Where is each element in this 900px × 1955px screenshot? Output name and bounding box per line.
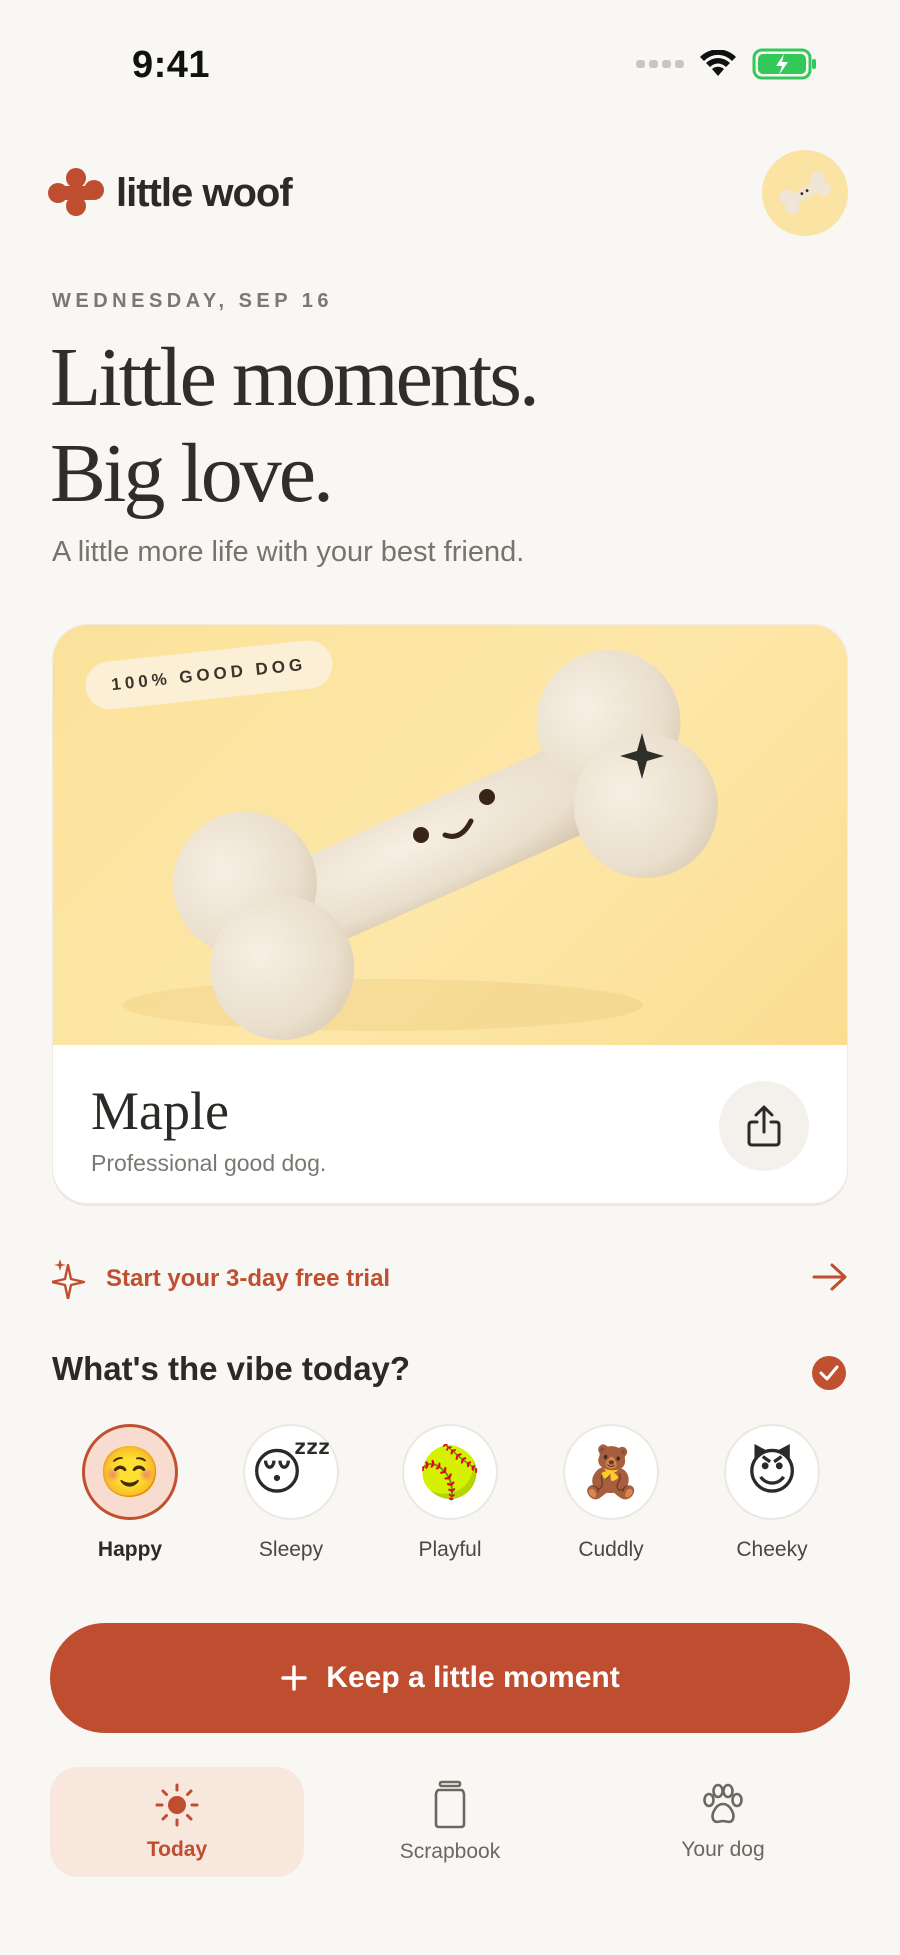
- mood-label: Sleepy: [258, 1538, 324, 1561]
- free-trial-link[interactable]: Start your 3-day free trial: [52, 1256, 848, 1302]
- paw-icon: [703, 1783, 743, 1824]
- mood-label: Playful: [418, 1538, 482, 1561]
- status-bar: 9:41: [0, 0, 900, 120]
- sparkle-icon: [52, 1259, 86, 1299]
- brand-name: little woof: [116, 170, 293, 215]
- bottom-tab-bar: Today Scrapbook Your dog: [50, 1767, 850, 1877]
- mood-option-cheeky[interactable]: 😈 Cheeky: [717, 1424, 827, 1562]
- mood-option-playful[interactable]: 🥎 Playful: [395, 1424, 505, 1562]
- teddy-bear-emoji-icon: 🧸: [563, 1424, 659, 1520]
- share-icon: [747, 1105, 781, 1147]
- current-date: WEDNESDAY, SEP 16: [52, 290, 334, 312]
- tab-today[interactable]: Today: [50, 1767, 304, 1877]
- mood-selector: ☺️ Happy 😴 Sleepy 🥎 Playful 🧸 Cuddly 😈 C…: [52, 1424, 848, 1574]
- headline-line-1: Little moments.: [50, 331, 540, 424]
- tab-your-dog[interactable]: Your dog: [596, 1767, 850, 1877]
- share-button[interactable]: [719, 1081, 809, 1171]
- vibe-checkmark-icon: [812, 1356, 846, 1390]
- mood-label: Cuddly: [578, 1538, 644, 1561]
- brand-logo[interactable]: little woof: [48, 168, 293, 218]
- page-subtitle: A little more life with your best friend…: [52, 536, 525, 568]
- free-trial-label: Start your 3-day free trial: [106, 1265, 391, 1292]
- cellular-signal-icon: [636, 60, 684, 68]
- bone-avatar-icon: [779, 171, 831, 215]
- mood-label: Cheeky: [736, 1538, 808, 1561]
- mood-option-sleepy[interactable]: 😴 Sleepy: [236, 1424, 346, 1562]
- sun-icon: [155, 1783, 199, 1827]
- jar-icon: [434, 1780, 466, 1829]
- headline-line-2: Big love.: [50, 427, 334, 520]
- app-header: little woof: [48, 150, 848, 240]
- wifi-icon: [700, 50, 736, 76]
- battery-icon: [752, 48, 816, 80]
- tab-label: Today: [146, 1838, 208, 1861]
- tab-scrapbook[interactable]: Scrapbook: [323, 1767, 577, 1877]
- page-headline: Little moments. Big love.: [50, 330, 540, 522]
- profile-avatar[interactable]: [762, 150, 848, 236]
- tab-label: Your dog: [681, 1838, 765, 1861]
- sleepy-emoji-icon: 😴: [243, 1424, 339, 1520]
- plus-icon: [281, 1665, 308, 1691]
- mood-option-cuddly[interactable]: 🧸 Cuddly: [556, 1424, 666, 1562]
- softball-emoji-icon: 🥎: [402, 1424, 498, 1520]
- pet-name: Maple: [91, 1081, 229, 1141]
- mood-label: Happy: [97, 1538, 163, 1561]
- pet-card[interactable]: 100% GOOD DOG Maple Professional good do…: [52, 624, 848, 1204]
- tab-label: Scrapbook: [399, 1840, 501, 1863]
- status-indicators: [636, 48, 818, 80]
- happy-emoji-icon: ☺️: [82, 1424, 178, 1520]
- arrow-right-icon: [812, 1263, 847, 1291]
- keep-moment-button[interactable]: Keep a little moment: [50, 1623, 850, 1733]
- devil-emoji-icon: 😈: [724, 1424, 820, 1520]
- pet-card-image: 100% GOOD DOG: [53, 625, 847, 1045]
- keep-moment-label: Keep a little moment: [326, 1661, 620, 1694]
- bone-logo-icon: [48, 168, 104, 216]
- vibe-section-title: What's the vibe today?: [52, 1350, 411, 1387]
- status-time: 9:41: [132, 44, 211, 86]
- mood-option-happy[interactable]: ☺️ Happy: [75, 1424, 185, 1562]
- pet-description: Professional good dog.: [91, 1150, 327, 1176]
